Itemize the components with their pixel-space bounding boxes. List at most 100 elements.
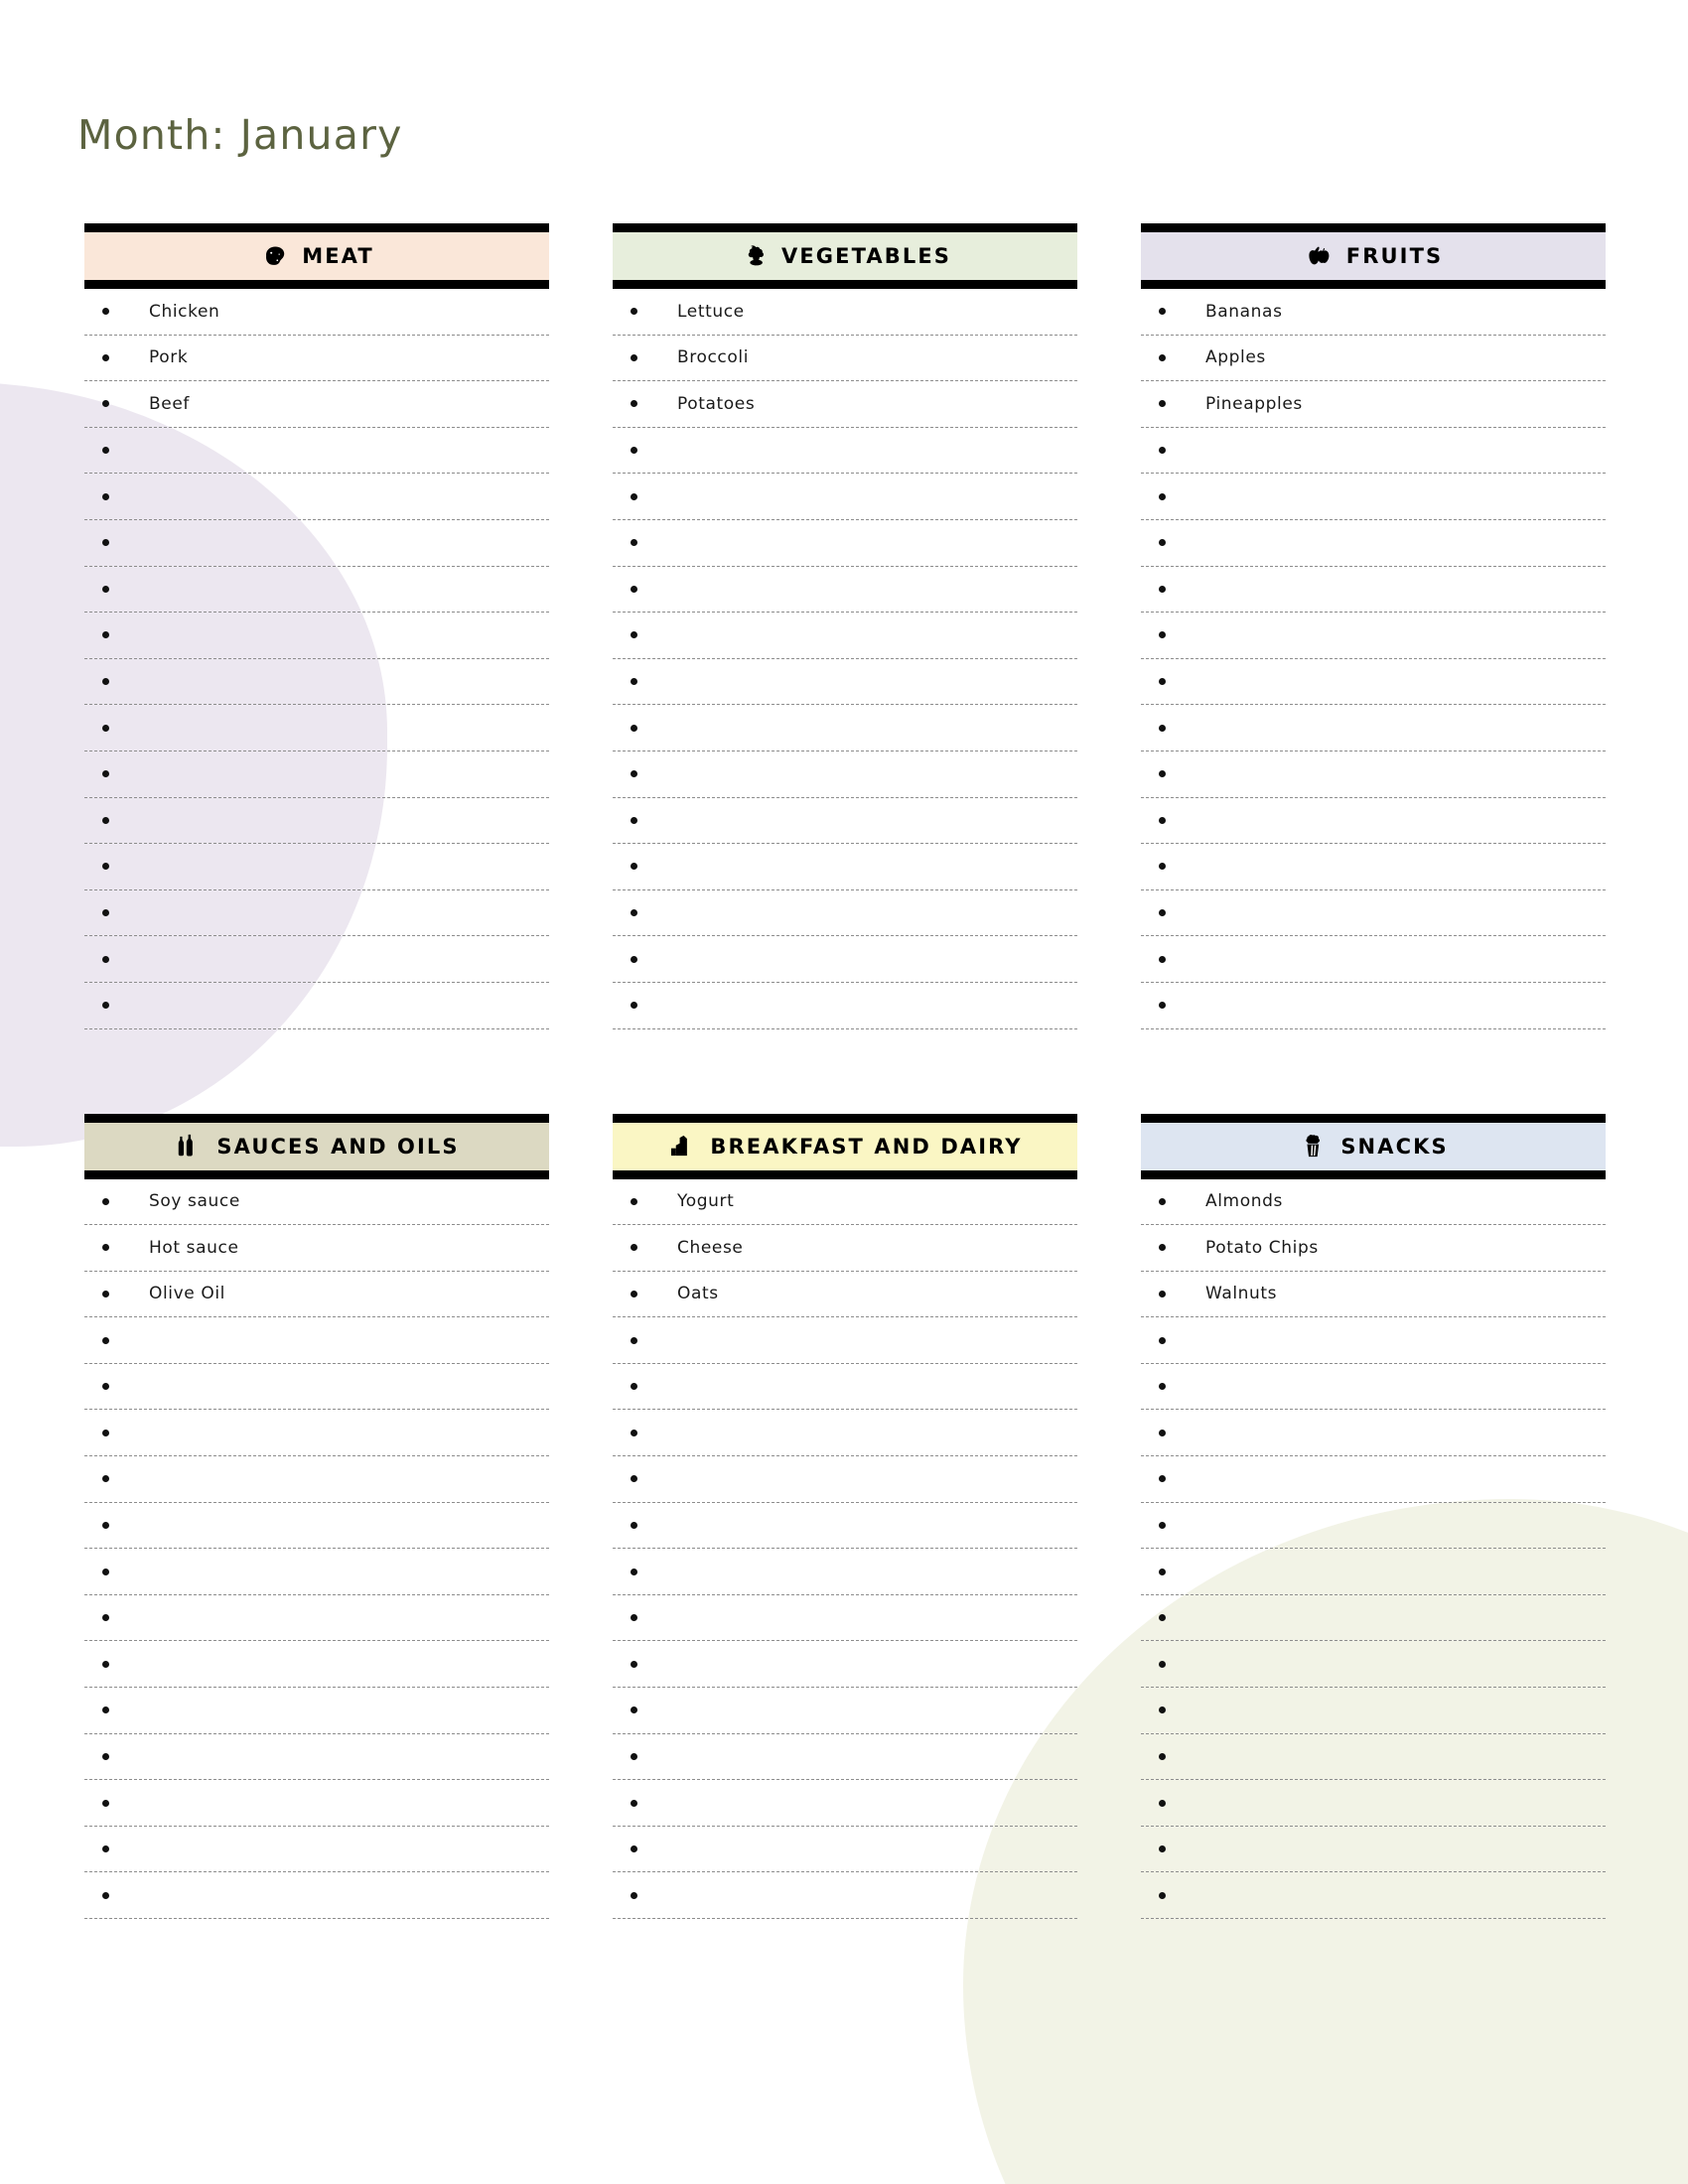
list-item-empty[interactable]	[1141, 659, 1606, 706]
list-item-empty[interactable]	[1141, 474, 1606, 520]
list-item-empty[interactable]	[1141, 1734, 1606, 1781]
list-item-empty[interactable]	[1141, 1364, 1606, 1411]
list-item-empty[interactable]	[84, 936, 549, 983]
category-card: SNACKS Almonds Potato Chips Walnuts	[1141, 1113, 1606, 1919]
list-item-empty[interactable]	[1141, 1503, 1606, 1550]
list-item-empty[interactable]	[1141, 983, 1606, 1029]
list-item-empty[interactable]	[84, 1641, 549, 1689]
list-item-empty[interactable]	[1141, 798, 1606, 845]
list-item-empty[interactable]	[1141, 1317, 1606, 1364]
bullet-icon	[102, 724, 109, 732]
list-item[interactable]: Lettuce	[613, 289, 1077, 336]
list-item-empty[interactable]	[84, 705, 549, 751]
list-item-empty[interactable]	[613, 844, 1077, 890]
list-item-empty[interactable]	[613, 1734, 1077, 1781]
list-item-empty[interactable]	[613, 1456, 1077, 1503]
list-item-empty[interactable]	[84, 1827, 549, 1873]
list-item-empty[interactable]	[84, 983, 549, 1029]
list-item-empty[interactable]	[84, 428, 549, 475]
list-item-empty[interactable]	[84, 659, 549, 706]
bullet-icon	[631, 816, 637, 824]
list-item-empty[interactable]	[84, 1595, 549, 1642]
list-item-empty[interactable]	[1141, 751, 1606, 798]
list-item[interactable]: Pork	[84, 336, 549, 382]
list-item-empty[interactable]	[84, 890, 549, 937]
list-item-empty[interactable]	[1141, 1641, 1606, 1689]
bullet-icon	[631, 1799, 637, 1807]
list-item-empty[interactable]	[613, 1688, 1077, 1734]
list-item[interactable]: Yogurt	[613, 1179, 1077, 1226]
list-item-empty[interactable]	[84, 1734, 549, 1781]
list-item-empty[interactable]	[84, 1503, 549, 1550]
list-item-empty[interactable]	[84, 567, 549, 614]
list-item-empty[interactable]	[84, 1688, 549, 1734]
list-item-empty[interactable]	[613, 659, 1077, 706]
list-item-empty[interactable]	[613, 705, 1077, 751]
list-item-empty[interactable]	[1141, 890, 1606, 937]
list-item-empty[interactable]	[1141, 844, 1606, 890]
list-item-empty[interactable]	[84, 1872, 549, 1919]
list-item-empty[interactable]	[1141, 705, 1606, 751]
list-item-empty[interactable]	[613, 798, 1077, 845]
list-item-empty[interactable]	[613, 520, 1077, 567]
list-item-empty[interactable]	[613, 567, 1077, 614]
list-item[interactable]: Apples	[1141, 336, 1606, 382]
list-item-empty[interactable]	[1141, 1595, 1606, 1642]
list-item-empty[interactable]	[84, 1549, 549, 1595]
list-item-empty[interactable]	[84, 613, 549, 659]
list-item-empty[interactable]	[1141, 1872, 1606, 1919]
list-item-empty[interactable]	[613, 1364, 1077, 1411]
list-item-empty[interactable]	[613, 751, 1077, 798]
list-item[interactable]: Olive Oil	[84, 1272, 549, 1318]
list-item-empty[interactable]	[613, 1503, 1077, 1550]
list-item-empty[interactable]	[1141, 613, 1606, 659]
list-item[interactable]: Pineapples	[1141, 381, 1606, 428]
list-item[interactable]: Soy sauce	[84, 1179, 549, 1226]
list-item-empty[interactable]	[613, 1780, 1077, 1827]
list-item-empty[interactable]	[613, 983, 1077, 1029]
list-item[interactable]: Potatoes	[613, 381, 1077, 428]
list-item-empty[interactable]	[613, 936, 1077, 983]
list-item-empty[interactable]	[1141, 1410, 1606, 1457]
list-item[interactable]: Cheese	[613, 1225, 1077, 1272]
list-item[interactable]: Broccoli	[613, 336, 1077, 382]
list-item-empty[interactable]	[1141, 520, 1606, 567]
list-item-empty[interactable]	[613, 890, 1077, 937]
list-item-empty[interactable]	[1141, 1780, 1606, 1827]
list-item-empty[interactable]	[1141, 1456, 1606, 1503]
list-item-empty[interactable]	[1141, 428, 1606, 475]
list-item[interactable]: Chicken	[84, 289, 549, 336]
list-item-empty[interactable]	[613, 613, 1077, 659]
list-item-empty[interactable]	[84, 751, 549, 798]
list-item[interactable]: Oats	[613, 1272, 1077, 1318]
list-item[interactable]: Bananas	[1141, 289, 1606, 336]
list-item-empty[interactable]	[1141, 1827, 1606, 1873]
list-item-empty[interactable]	[613, 1641, 1077, 1689]
list-item[interactable]: Potato Chips	[1141, 1225, 1606, 1272]
list-item-empty[interactable]	[84, 1317, 549, 1364]
list-item-empty[interactable]	[613, 1827, 1077, 1873]
list-item-empty[interactable]	[613, 1872, 1077, 1919]
list-item-empty[interactable]	[84, 844, 549, 890]
list-item[interactable]: Almonds	[1141, 1179, 1606, 1226]
list-item-empty[interactable]	[613, 1595, 1077, 1642]
list-item-empty[interactable]	[84, 474, 549, 520]
list-item-empty[interactable]	[613, 1410, 1077, 1457]
list-item-empty[interactable]	[613, 428, 1077, 475]
list-item-empty[interactable]	[84, 1456, 549, 1503]
list-item-empty[interactable]	[84, 798, 549, 845]
list-item[interactable]: Beef	[84, 381, 549, 428]
list-item-empty[interactable]	[1141, 1688, 1606, 1734]
list-item-empty[interactable]	[84, 1364, 549, 1411]
list-item-empty[interactable]	[613, 474, 1077, 520]
list-item-empty[interactable]	[1141, 1549, 1606, 1595]
list-item-empty[interactable]	[84, 1410, 549, 1457]
list-item[interactable]: Walnuts	[1141, 1272, 1606, 1318]
list-item-empty[interactable]	[84, 1780, 549, 1827]
list-item-empty[interactable]	[1141, 567, 1606, 614]
list-item[interactable]: Hot sauce	[84, 1225, 549, 1272]
list-item-empty[interactable]	[84, 520, 549, 567]
list-item-empty[interactable]	[613, 1317, 1077, 1364]
list-item-empty[interactable]	[1141, 936, 1606, 983]
list-item-empty[interactable]	[613, 1549, 1077, 1595]
